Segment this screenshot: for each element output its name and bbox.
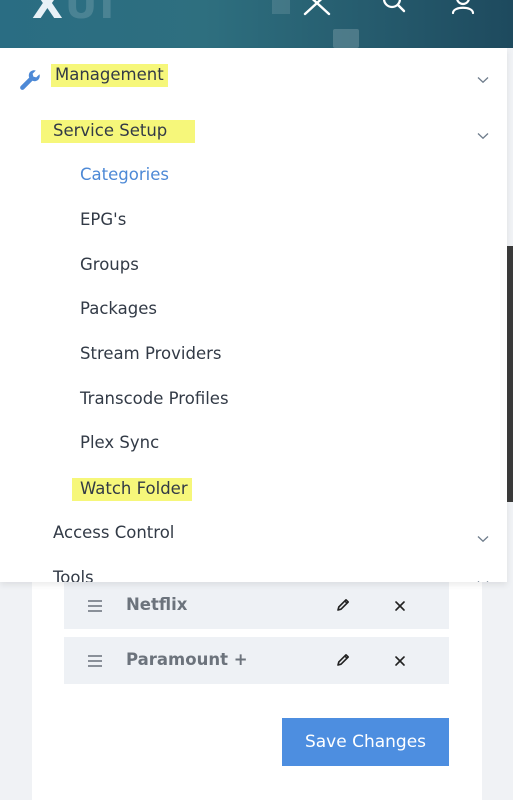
chevron-down-icon[interactable]	[477, 528, 489, 547]
sidebar-item-stream-providers[interactable]: Stream Providers	[0, 335, 507, 375]
sidebar-item-epgs[interactable]: EPG's	[0, 201, 507, 241]
menu-item-label: Transcode Profiles	[80, 389, 229, 408]
menu-item-label: Packages	[80, 299, 157, 318]
sidebar-item-groups[interactable]: Groups	[0, 246, 507, 286]
search-icon[interactable]	[382, 0, 408, 16]
list-item-name: Netflix	[126, 595, 188, 614]
list-item[interactable]: Paramount +	[64, 637, 449, 684]
menu-item-label: Plex Sync	[80, 433, 160, 452]
sidebar-item-categories[interactable]: Categories	[0, 156, 507, 196]
app-logo[interactable]: XUI	[32, 0, 116, 28]
logo-ui: UI	[64, 0, 117, 28]
chevron-down-icon[interactable]	[477, 125, 489, 144]
sidebar-item-transcode-profiles[interactable]: Transcode Profiles	[0, 380, 507, 420]
menu-item-label: Tools	[53, 568, 94, 582]
menu-item-tools[interactable]: Tools	[0, 559, 507, 582]
nav-dropdown-menu: Management Service Setup Categories EPG'…	[0, 48, 507, 582]
menu-item-label: Watch Folder	[72, 478, 192, 501]
logo-x: X	[32, 0, 65, 28]
drag-handle-icon[interactable]	[88, 654, 102, 672]
edit-icon[interactable]	[336, 598, 350, 617]
chevron-down-icon[interactable]	[477, 69, 489, 88]
save-changes-button[interactable]: Save Changes	[282, 718, 449, 766]
drag-handle-icon[interactable]	[88, 599, 102, 617]
sidebar-item-packages[interactable]: Packages	[0, 290, 507, 330]
list-item[interactable]: Netflix	[64, 582, 449, 629]
menu-item-management[interactable]: Management	[0, 55, 507, 95]
menu-item-access-control[interactable]: Access Control	[0, 514, 507, 554]
delete-icon[interactable]	[394, 599, 406, 617]
menu-item-label: Management	[51, 64, 168, 87]
menu-item-label: Access Control	[53, 523, 175, 542]
sidebar-item-watch-folder[interactable]: Watch Folder	[0, 469, 507, 509]
menu-item-label: Service Setup	[41, 120, 196, 143]
sidebar-item-plex-sync[interactable]: Plex Sync	[0, 424, 507, 464]
list-item-name: Paramount +	[126, 650, 248, 669]
chevron-down-icon[interactable]	[477, 573, 489, 582]
edit-icon[interactable]	[336, 653, 350, 672]
menu-item-service-setup[interactable]: Service Setup	[0, 111, 507, 151]
menu-item-label: EPG's	[80, 210, 127, 229]
menu-item-label: Stream Providers	[80, 344, 222, 363]
wrench-icon	[19, 69, 41, 95]
user-icon[interactable]	[449, 0, 477, 16]
header-decoration	[272, 0, 290, 14]
delete-icon[interactable]	[394, 654, 406, 672]
scrollbar-thumb[interactable]	[507, 246, 513, 502]
close-icon[interactable]	[302, 0, 332, 16]
menu-item-label: Categories	[80, 165, 169, 184]
header-decoration-2	[333, 29, 359, 48]
top-header: XUI	[0, 0, 513, 48]
menu-item-label: Groups	[80, 255, 139, 274]
